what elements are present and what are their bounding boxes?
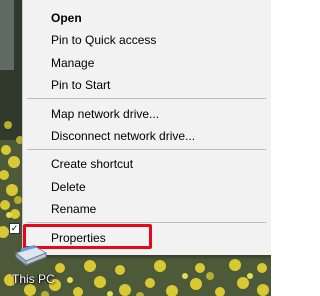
selection-checkbox[interactable]: ✓ [9, 223, 20, 234]
menu-item-pin-to-quick-access[interactable]: Pin to Quick access [51, 32, 156, 48]
menu-item-create-shortcut[interactable]: Create shortcut [51, 156, 133, 172]
menu-item-map-network-drive[interactable]: Map network drive... [51, 106, 159, 122]
this-pc-label: This PC [12, 272, 55, 286]
menu-separator [27, 222, 266, 223]
menu-item-delete[interactable]: Delete [51, 179, 86, 195]
menu-item-disconnect-network-drive[interactable]: Disconnect network drive... [51, 128, 195, 144]
desktop: Open Pin to Quick access Manage Pin to S… [0, 0, 271, 296]
menu-item-manage[interactable]: Manage [51, 55, 94, 71]
context-menu: Open Pin to Quick access Manage Pin to S… [22, 0, 271, 255]
computer-icon[interactable] [12, 245, 48, 271]
menu-item-pin-to-start[interactable]: Pin to Start [51, 77, 110, 93]
menu-separator [27, 98, 266, 99]
menu-item-rename[interactable]: Rename [51, 201, 96, 217]
menu-separator [27, 149, 266, 150]
menu-item-open[interactable]: Open [51, 10, 82, 26]
